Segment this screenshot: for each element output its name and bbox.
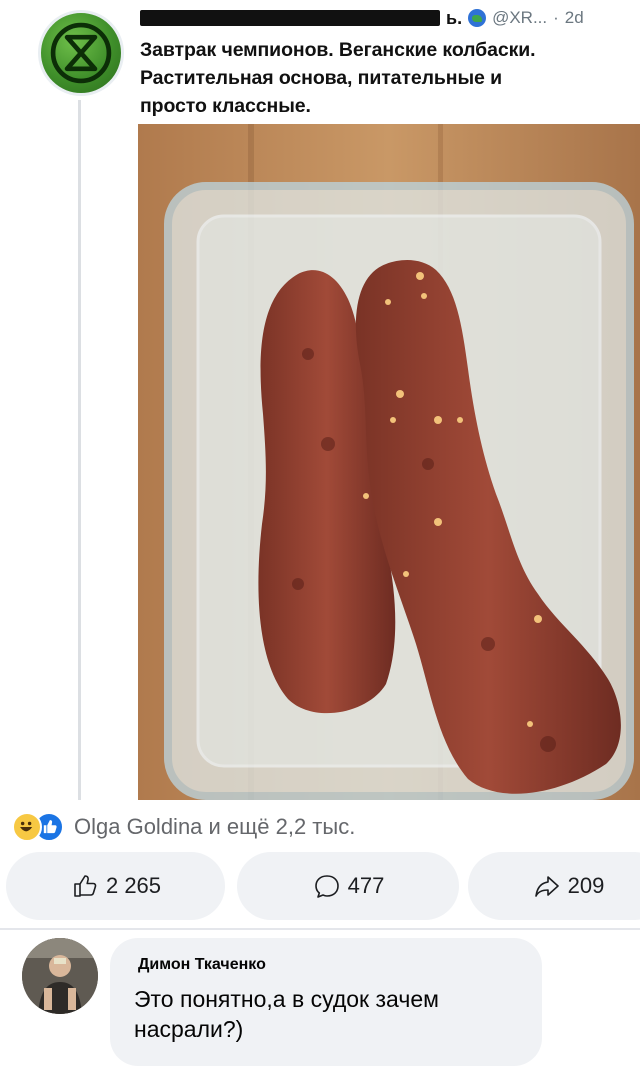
thumbs-up-icon — [74, 875, 97, 897]
reactions-summary[interactable]: Olga Goldina и ещё 2,2 тыс. — [12, 808, 355, 846]
comment-bubble-icon — [314, 875, 339, 898]
post-age[interactable]: 2d — [565, 8, 584, 28]
comment-bubble[interactable]: Димон Ткаченко Это понятно,а в судок зач… — [110, 938, 542, 1066]
share-button[interactable]: 209 — [468, 852, 640, 920]
comment-text-line: насрали?) — [134, 1016, 244, 1042]
comment-count: 477 — [347, 873, 385, 898]
redacted-name — [140, 10, 440, 26]
comment-author[interactable]: Димон Ткаченко — [138, 956, 518, 974]
tweet-text-line: Завтрак чемпионов. Веганские колбаски. — [140, 39, 536, 61]
like-button[interactable]: 2 265 — [6, 852, 225, 920]
reactions-text[interactable]: Olga Goldina и ещё 2,2 тыс. — [74, 814, 355, 840]
tweet-meta: ь. @XR... · 2d — [140, 6, 584, 30]
share-count: 209 — [567, 873, 605, 898]
tweet-text: Завтрак чемпионов. Веганские колбаски. Р… — [140, 36, 640, 120]
comment-button[interactable]: 477 — [237, 852, 459, 920]
extinction-rebellion-logo-icon[interactable] — [38, 10, 124, 96]
tweet-text-line: Растительная основа, питательные и — [140, 67, 502, 89]
author-handle[interactable]: @XR... — [492, 8, 547, 28]
avatar[interactable] — [22, 938, 98, 1014]
tweet-text-line: просто классные. — [140, 95, 311, 117]
share-arrow-icon — [534, 876, 559, 897]
action-bar: 2 265 477 209 — [6, 852, 640, 922]
meta-separator: · — [553, 8, 559, 27]
divider — [0, 928, 640, 930]
author-name-tail: ь. — [446, 7, 463, 28]
haha-reaction-icon — [12, 812, 42, 842]
comment-text-line: Это понятно,а в судок зачем — [134, 986, 439, 1012]
thread-line — [78, 100, 81, 800]
vegan-sausages-photo[interactable] — [138, 124, 640, 800]
embedded-tweet: ь. @XR... · 2d Завтрак чемпионов. Веганс… — [0, 0, 640, 800]
like-count: 2 265 — [105, 873, 162, 898]
comment-text: Это понятно,а в судок зачем насрали?) — [134, 984, 518, 1044]
globe-icon — [468, 9, 487, 27]
